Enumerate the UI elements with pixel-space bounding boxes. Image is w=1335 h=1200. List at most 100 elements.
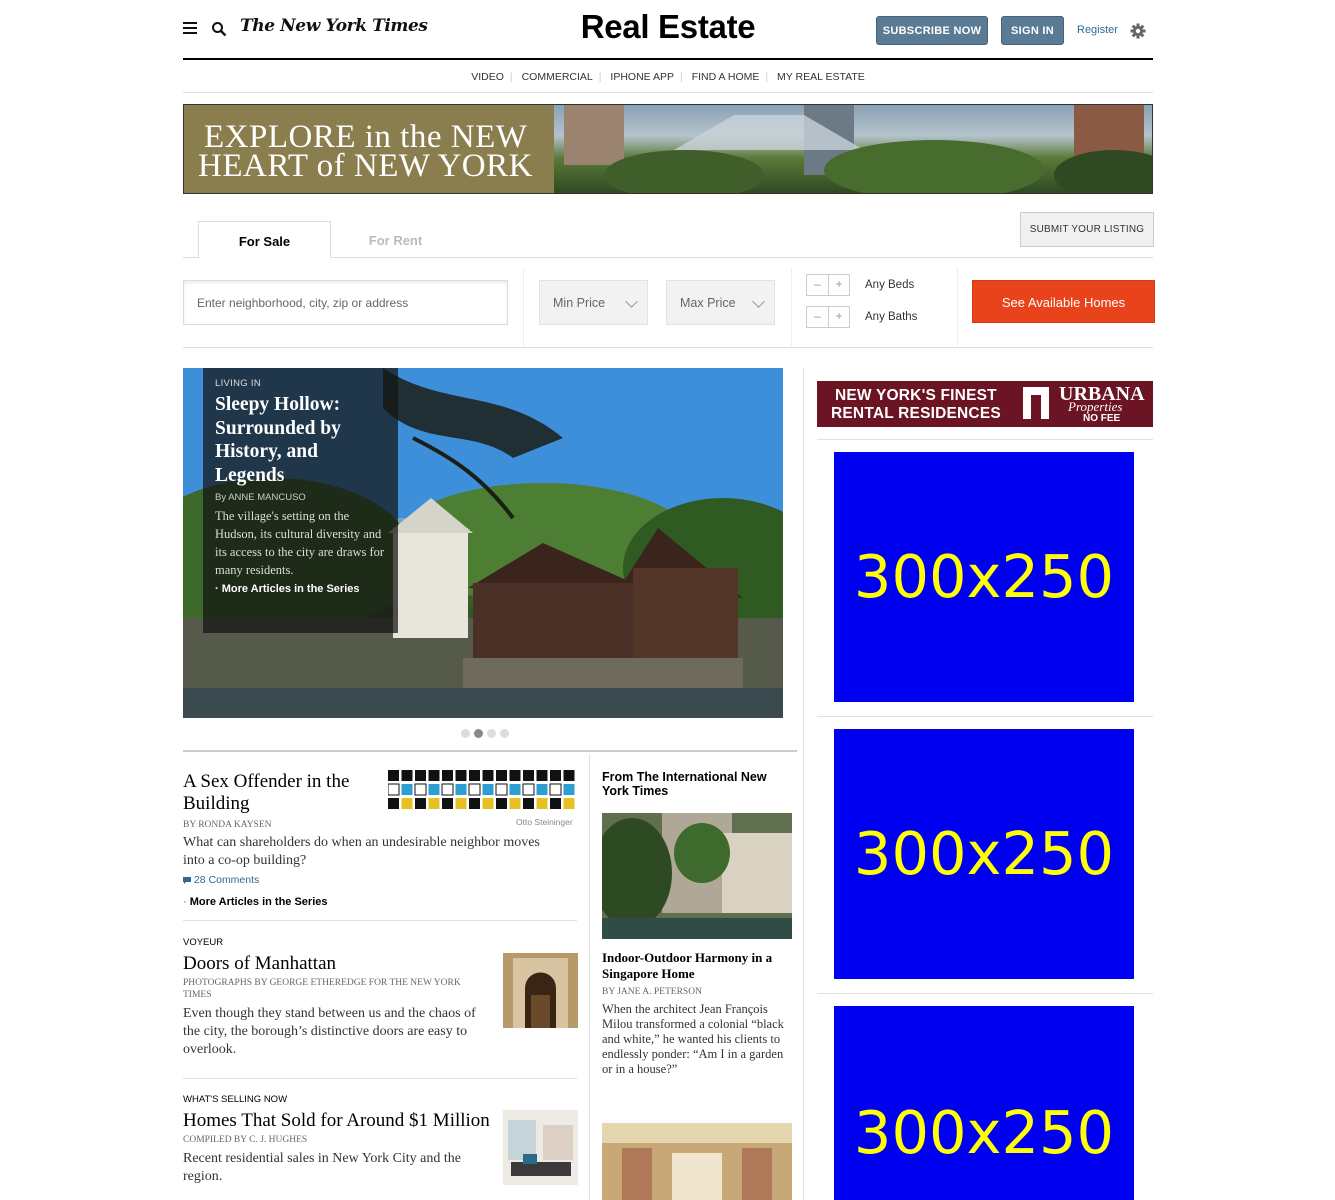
story-summary: Even though they stand between us and th… <box>183 1006 476 1057</box>
divider <box>957 268 958 348</box>
hero-more-articles-link[interactable]: · More Articles in the Series <box>215 583 386 595</box>
chevron-down-icon <box>752 295 765 308</box>
story-thumbnail[interactable] <box>503 953 578 1028</box>
subnav-my-real-estate[interactable]: MY REAL ESTATE <box>771 71 871 83</box>
baths-minus-button[interactable]: – <box>807 307 828 327</box>
slide-dot-4[interactable] <box>500 729 509 738</box>
banner-image <box>554 105 1152 193</box>
illustration-cell <box>428 798 440 809</box>
tab-for-sale[interactable]: For Sale <box>198 221 331 259</box>
hero-more-label[interactable]: More Articles in the Series <box>222 583 360 595</box>
illustration-cell <box>550 798 561 809</box>
story-summary: Recent residential sales in New York Cit… <box>183 1151 462 1184</box>
illustration-cell <box>468 783 481 796</box>
tab-for-rent[interactable]: For Rent <box>333 221 458 259</box>
subscribe-button[interactable]: SUBSCRIBE NOW <box>876 16 988 45</box>
gear-icon[interactable] <box>1130 23 1146 39</box>
ad-placeholder-3[interactable]: 300x250 <box>834 1006 1134 1200</box>
story-byline: Photographs by GEORGE ETHEREDGE for THE … <box>183 978 461 1000</box>
see-available-homes-button[interactable]: See Available Homes <box>972 280 1155 323</box>
illustration-cell <box>415 770 426 781</box>
story-divider <box>183 1078 577 1079</box>
illustration-cell <box>442 798 453 809</box>
hero-caption-panel: LIVING IN Sleepy Hollow: Surrounded by H… <box>203 368 398 633</box>
story-headline[interactable]: A Sex Offender in the Building <box>183 771 383 815</box>
hero-headline[interactable]: Sleepy Hollow: Surrounded by History, an… <box>215 393 386 487</box>
location-search-input[interactable]: Enter neighborhood, city, zip or address <box>183 280 508 325</box>
subnav-commercial[interactable]: COMMERCIAL <box>516 71 599 83</box>
urbana-logo-icon <box>1023 387 1049 419</box>
comments-link[interactable]: 28 Comments <box>183 874 259 886</box>
illustration-cell <box>496 798 507 809</box>
international-headline[interactable]: Indoor-Outdoor Harmony in a Singapore Ho… <box>602 950 787 982</box>
illustration-cell <box>388 770 399 781</box>
illustration-cell <box>428 784 440 795</box>
illustration-cell <box>550 770 561 781</box>
international-heading[interactable]: From The International New York Times <box>602 770 782 798</box>
story-byline: Compiled by C. J. HUGHES <box>183 1135 308 1145</box>
illustration-cell <box>388 783 400 796</box>
illustration-cell <box>509 798 521 809</box>
section-subnav: VIDEO | COMMERCIAL | IPHONE APP | FIND A HO… <box>183 62 1153 93</box>
illustration-cell <box>496 770 507 781</box>
min-price-select[interactable]: Min Price <box>539 280 648 325</box>
slide-dot-2[interactable] <box>474 729 483 738</box>
subnav-iphone-app[interactable]: IPHONE APP <box>604 71 680 83</box>
illustration-cell <box>536 784 548 795</box>
story-illustration <box>388 770 575 809</box>
illustration-cell <box>442 770 453 781</box>
ad-placeholder-2[interactable]: 300x250 <box>834 729 1134 979</box>
slideshow-pagination <box>461 725 513 743</box>
beds-plus-button[interactable]: + <box>828 275 849 295</box>
banner-skyline-illustration <box>564 105 1152 193</box>
home-search-bar: Enter neighborhood, city, zip or address… <box>183 268 1155 348</box>
sign-in-button[interactable]: SIGN IN <box>1001 16 1064 45</box>
urbana-ad[interactable]: NEW YORK'S FINEST RENTAL RESIDENCES URBA… <box>817 381 1153 427</box>
story-headline[interactable]: Doors of Manhattan <box>183 953 483 975</box>
more-articles-label[interactable]: More Articles in the Series <box>190 896 328 908</box>
urbana-line-1: NEW YORK'S FINEST <box>835 387 997 404</box>
max-price-select[interactable]: Max Price <box>666 280 775 325</box>
submit-listing-button[interactable]: SUBMIT YOUR LISTING <box>1020 212 1154 247</box>
illustration-cell <box>549 783 562 796</box>
hero-slideshow[interactable]: LIVING IN Sleepy Hollow: Surrounded by H… <box>183 368 783 718</box>
hero-kicker: LIVING IN <box>215 378 261 389</box>
subnav-find-a-home[interactable]: FIND A HOME <box>686 71 766 83</box>
comment-icon <box>183 876 191 884</box>
illustration-cell <box>428 770 440 781</box>
min-price-label: Min Price <box>553 296 606 310</box>
slide-dot-3[interactable] <box>487 729 496 738</box>
chevron-down-icon <box>625 295 638 308</box>
illustration-cell <box>415 798 426 809</box>
illustration-cell <box>401 798 413 809</box>
beds-stepper[interactable]: – + <box>806 274 850 296</box>
illustration-cell <box>495 783 508 796</box>
illustration-cell <box>482 798 494 809</box>
illustration-cell <box>509 770 521 781</box>
story-headline[interactable]: Homes That Sold for Around $1 Million <box>183 1110 493 1132</box>
comments-count[interactable]: 28 Comments <box>194 874 259 886</box>
international-photo[interactable] <box>602 813 792 939</box>
story-thumbnail[interactable] <box>503 1110 578 1185</box>
baths-stepper[interactable]: – + <box>806 306 850 328</box>
international-photo-2[interactable] <box>602 1123 792 1200</box>
illustration-cell <box>482 770 494 781</box>
ad-placeholder-1[interactable]: 300x250 <box>834 452 1134 702</box>
international-byline: By JANE A. PETERSON <box>602 987 702 997</box>
slide-dot-1[interactable] <box>461 729 470 738</box>
illustration-cell <box>414 783 427 796</box>
international-summary: When the architect Jean François Milou t… <box>602 1002 784 1076</box>
illustration-cell <box>523 798 534 809</box>
urbana-no-fee: NO FEE <box>1083 413 1121 424</box>
divider <box>791 268 792 348</box>
baths-plus-button[interactable]: + <box>828 307 849 327</box>
subnav-video[interactable]: VIDEO <box>465 71 510 83</box>
more-articles-link[interactable]: · More Articles in the Series <box>183 896 328 908</box>
beds-minus-button[interactable]: – <box>807 275 828 295</box>
ad-divider <box>817 439 1153 440</box>
illustration-cell <box>469 798 480 809</box>
illustration-cell <box>388 798 399 809</box>
banner-ad[interactable]: EXPLORE in the NEW HEART of NEW YORK <box>183 104 1153 194</box>
max-price-label: Max Price <box>680 296 736 310</box>
register-link[interactable]: Register <box>1077 24 1118 36</box>
